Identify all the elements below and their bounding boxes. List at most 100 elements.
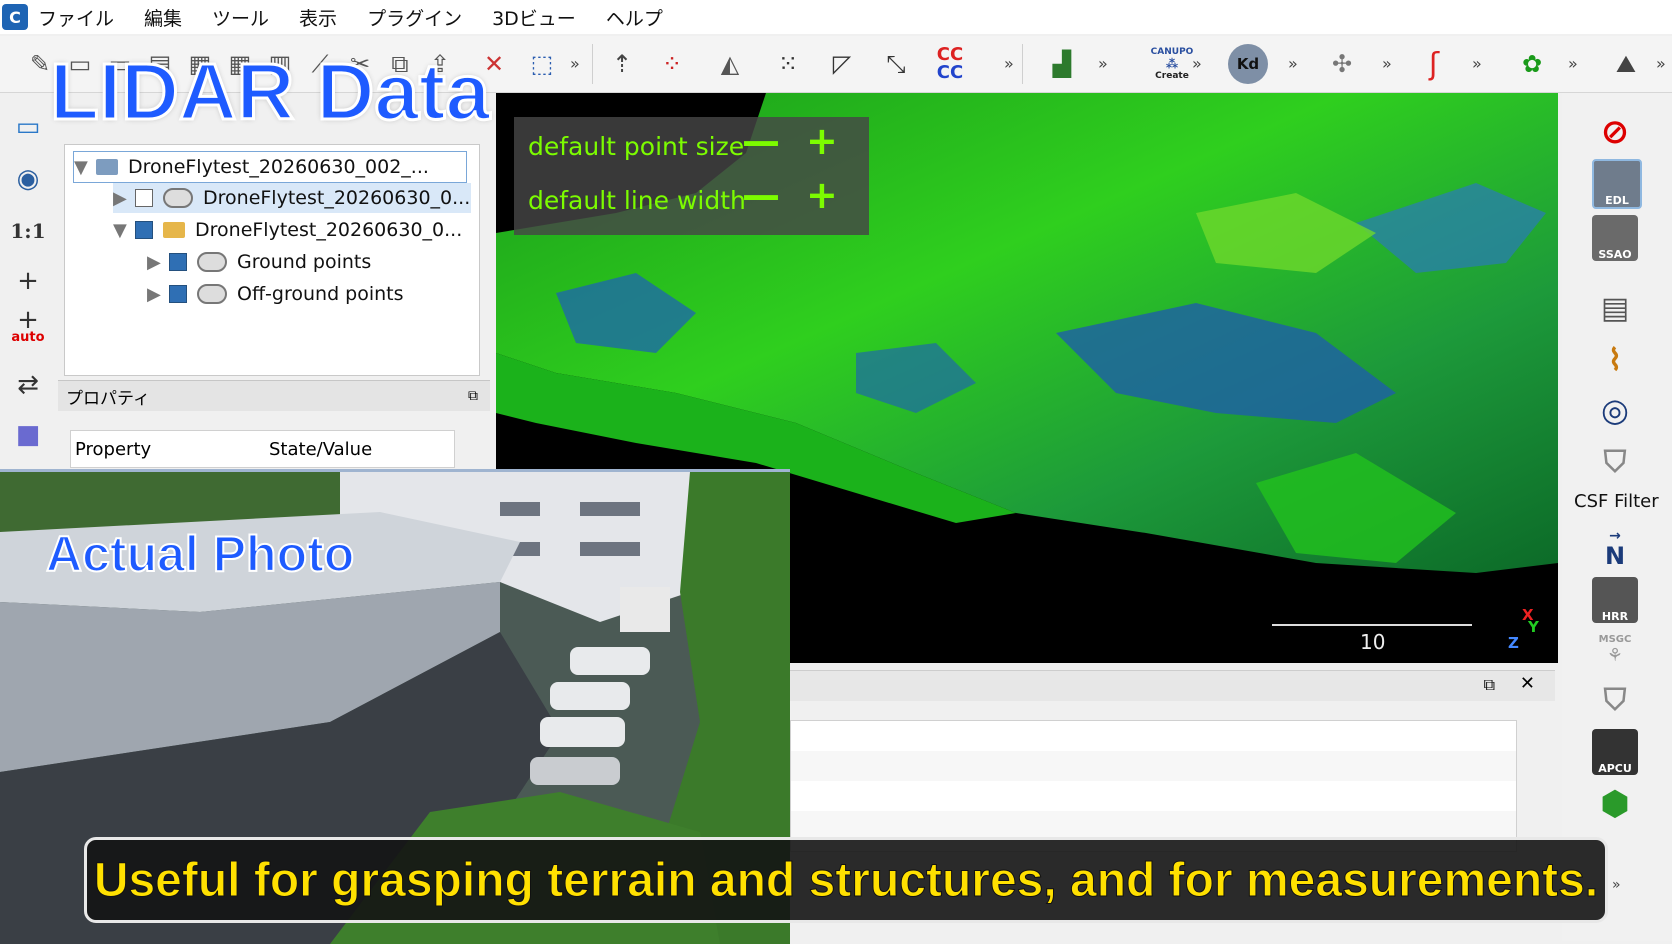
puzzle-icon[interactable]: ✣ bbox=[1322, 44, 1362, 84]
scatter-icon[interactable]: ⁙ bbox=[768, 44, 808, 84]
tree-item-group[interactable]: ▼ DroneFlytest_20260630_0... bbox=[113, 215, 462, 245]
more-chevron-icon[interactable]: » bbox=[1004, 54, 1014, 73]
app-logo-icon: C bbox=[2, 4, 28, 30]
expand-arrow-icon[interactable]: ▶ bbox=[147, 252, 169, 273]
menu-file[interactable]: ファイル bbox=[38, 4, 114, 31]
left-view-toolbar: ▭ ◉ 1:1 + + auto ⇄ ■ bbox=[0, 93, 56, 473]
msgc-button[interactable]: MSGC ⚘ bbox=[1592, 627, 1638, 673]
menu-tools[interactable]: ツール bbox=[212, 4, 269, 31]
camera-icon[interactable]: ◉ bbox=[6, 157, 50, 201]
scatter-triangle-icon[interactable]: ◸ bbox=[822, 44, 862, 84]
apcu-button[interactable]: APCU bbox=[1592, 729, 1638, 775]
point-cloud-red-icon[interactable]: ⁘ bbox=[652, 44, 692, 84]
broom-icon[interactable]: ⌇ bbox=[1592, 337, 1638, 383]
console-header: ⧉ ✕ bbox=[790, 670, 1555, 701]
more-chevron-icon[interactable]: » bbox=[1288, 54, 1298, 73]
properties-title: プロパティ bbox=[66, 388, 150, 409]
cube-view-icon[interactable]: ■ bbox=[6, 413, 50, 457]
cloud-compare-icon[interactable]: CC CC bbox=[930, 44, 970, 84]
right-plugin-toolbar: ⊘ EDL SSAO ▤ ⌇ ◎ ⛉ CSF Filter → N HRR MSG… bbox=[1562, 93, 1672, 941]
expand-arrow-icon[interactable]: ▶ bbox=[147, 284, 169, 305]
compass-icon[interactable]: ◎ bbox=[1592, 387, 1638, 433]
tree-item-cloud[interactable]: ▶ DroneFlytest_20260630_0... bbox=[113, 183, 471, 213]
no-entry-icon[interactable]: ⊘ bbox=[1592, 109, 1638, 155]
sample-tree-icon[interactable]: ⇡ bbox=[602, 44, 642, 84]
visibility-checkbox[interactable] bbox=[135, 221, 153, 239]
more-chevron-down-icon[interactable]: » bbox=[1612, 877, 1621, 893]
zoom-one-to-one-button[interactable]: 1:1 bbox=[6, 209, 50, 253]
clapperboard-icon[interactable]: ▤ bbox=[1592, 285, 1638, 331]
polyhedron-icon[interactable]: ⬢ bbox=[1592, 781, 1638, 827]
col-state-value: State/Value bbox=[269, 438, 373, 460]
more-chevron-icon[interactable]: » bbox=[1382, 54, 1392, 73]
line-width-label: default line width bbox=[528, 185, 746, 215]
tree-item-ground[interactable]: ▶ Ground points bbox=[147, 247, 371, 277]
menu-edit[interactable]: 編集 bbox=[144, 4, 182, 31]
shield-icon[interactable]: ⛉ bbox=[1592, 439, 1638, 485]
north-button[interactable]: → N bbox=[1592, 523, 1638, 569]
distance-icon[interactable]: ⤡ bbox=[876, 44, 916, 84]
auto-pivot-button[interactable]: + auto bbox=[6, 307, 50, 351]
scale-bar-label: 10 bbox=[1360, 630, 1386, 654]
csf-filter-button[interactable]: CSF Filter bbox=[1574, 491, 1659, 512]
shield-icon[interactable]: ⛉ bbox=[1592, 677, 1638, 723]
curve-icon[interactable]: ʃ bbox=[1414, 44, 1454, 84]
expand-arrow-icon[interactable]: ▶ bbox=[113, 188, 135, 209]
cloud-icon bbox=[163, 188, 193, 208]
point-size-plus-button[interactable]: + bbox=[806, 119, 838, 163]
axis-trihedron: X Y Z bbox=[1500, 604, 1540, 654]
tree-item-label: Ground points bbox=[237, 251, 372, 273]
toolbar-separator bbox=[592, 44, 593, 84]
visibility-checkbox[interactable] bbox=[169, 285, 187, 303]
collapse-arrow-icon[interactable]: ▼ bbox=[113, 220, 135, 241]
more-chevron-icon[interactable]: » bbox=[1568, 54, 1578, 73]
point-size-minus-button[interactable]: — bbox=[742, 119, 780, 163]
menu-display[interactable]: 表示 bbox=[299, 4, 337, 31]
screen-icon[interactable]: ▭ bbox=[6, 105, 50, 149]
col-property: Property bbox=[75, 438, 152, 460]
actual-photo-title: Actual Photo bbox=[45, 525, 355, 583]
terrain-icon[interactable]: ⛰ bbox=[1606, 44, 1646, 84]
more-chevron-icon[interactable]: » bbox=[570, 54, 580, 73]
more-chevron-icon[interactable]: » bbox=[1098, 54, 1108, 73]
menu-help[interactable]: ヘルプ bbox=[606, 4, 663, 31]
caption-text: Useful for grasping terrain and structur… bbox=[93, 853, 1599, 907]
tree-item-label: DroneFlytest_20260630_0... bbox=[195, 219, 463, 241]
menu-3dview[interactable]: 3Dビュー bbox=[492, 4, 576, 31]
scale-bar-line bbox=[1272, 624, 1472, 626]
menu-plugins[interactable]: プラグイン bbox=[367, 4, 462, 31]
float-panel-icon[interactable]: ⧉ bbox=[468, 388, 478, 404]
tree-item-offground[interactable]: ▶ Off-ground points bbox=[147, 279, 404, 309]
line-width-minus-button[interactable]: — bbox=[742, 173, 780, 217]
mesh-icon[interactable]: ◭ bbox=[710, 44, 750, 84]
line-width-plus-button[interactable]: + bbox=[806, 173, 838, 217]
kd-tree-icon[interactable]: Kd bbox=[1228, 44, 1268, 84]
more-chevron-icon[interactable]: » bbox=[1656, 54, 1666, 73]
axis-z-label: Z bbox=[1508, 634, 1519, 652]
rotate-arrows-icon[interactable]: ⇄ bbox=[6, 363, 50, 407]
console-panel bbox=[790, 720, 1517, 852]
close-icon[interactable]: ✕ bbox=[1520, 673, 1535, 694]
visibility-checkbox[interactable] bbox=[169, 253, 187, 271]
segment-icon[interactable]: ⬚ bbox=[522, 44, 562, 84]
crosshair-icon[interactable]: + bbox=[6, 259, 50, 303]
axis-y-label: Y bbox=[1528, 618, 1539, 636]
more-chevron-icon[interactable]: » bbox=[1472, 54, 1482, 73]
more-chevron-icon[interactable]: » bbox=[1192, 54, 1202, 73]
tree-root-row[interactable]: ▼ DroneFlytest_20260630_002_... bbox=[73, 151, 467, 183]
display-overlay-panel: default point size — + default line widt… bbox=[514, 117, 869, 235]
float-panel-icon[interactable]: ⧉ bbox=[1484, 675, 1495, 695]
tree-item-label: Off-ground points bbox=[237, 283, 404, 305]
cloud-icon bbox=[197, 252, 227, 272]
histogram-icon[interactable]: ▟ bbox=[1042, 44, 1082, 84]
plugin-colorful-icon[interactable]: ✿ bbox=[1512, 44, 1552, 84]
console-row bbox=[791, 751, 1516, 781]
point-size-label: default point size bbox=[528, 131, 745, 161]
tree-item-label: DroneFlytest_20260630_0... bbox=[203, 187, 471, 209]
hrr-button[interactable]: HRR bbox=[1592, 577, 1638, 623]
edl-button[interactable]: EDL bbox=[1592, 159, 1642, 209]
db-tree-panel: ▼ DroneFlytest_20260630_002_... ▶ DroneF… bbox=[64, 144, 480, 376]
collapse-arrow-icon[interactable]: ▼ bbox=[74, 157, 96, 178]
visibility-checkbox[interactable] bbox=[135, 189, 153, 207]
ssao-button[interactable]: SSAO bbox=[1592, 215, 1638, 261]
